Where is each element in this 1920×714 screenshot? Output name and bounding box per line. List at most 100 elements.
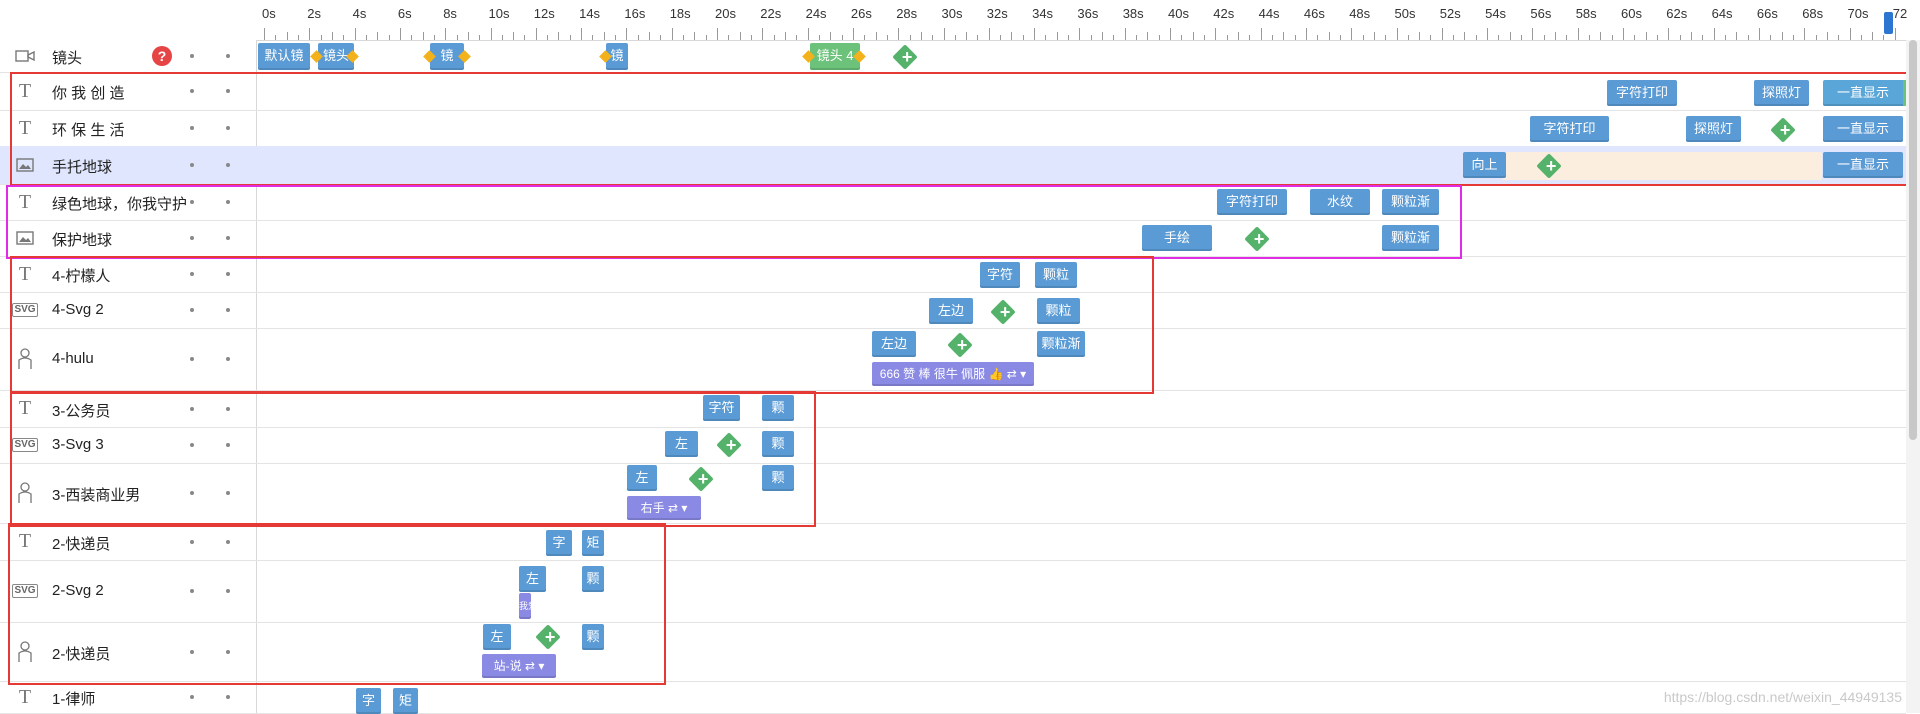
ruler-tick: [1215, 28, 1217, 40]
annotation-box-red: [8, 523, 666, 685]
track-toggle-dot[interactable]: [190, 54, 194, 58]
ruler-label: 8s: [443, 6, 457, 21]
ruler-subtick: [694, 32, 696, 40]
scrollbar-thumb[interactable]: [1909, 40, 1917, 440]
ruler-subtick: [331, 32, 333, 40]
ruler-label: 10s: [488, 6, 510, 21]
ruler-tick: [581, 28, 583, 40]
ruler-tick: [943, 28, 945, 40]
track-toggle-dot[interactable]: [226, 695, 230, 699]
ruler-subtick: [1283, 32, 1285, 40]
ruler-tick: [264, 28, 265, 40]
ruler-tick: [1351, 28, 1353, 40]
ruler-tick: [1668, 28, 1670, 40]
ruler-label: 42s: [1213, 6, 1235, 21]
ruler-tick: [535, 28, 537, 40]
track-name: 1-律师: [52, 691, 96, 708]
ruler-label: 6s: [397, 6, 412, 21]
ruler-subtick: [422, 32, 424, 40]
playhead-handle[interactable]: [1884, 12, 1893, 34]
text-icon: T: [18, 685, 32, 708]
camera-clip[interactable]: 默认镜: [258, 43, 310, 70]
ruler-subtick: [1781, 32, 1783, 40]
ruler-subtick: [1509, 32, 1511, 40]
ruler-label: 58s: [1575, 6, 1597, 21]
ruler-subtick: [1373, 32, 1375, 40]
ruler-subtick: [784, 32, 786, 40]
ruler-tick: [354, 28, 356, 40]
ruler-tick: [1713, 28, 1715, 40]
track-toggle-dot[interactable]: [226, 54, 230, 58]
ruler-label: 56s: [1530, 6, 1552, 21]
track-row[interactable]: T 1-律师: [0, 681, 1906, 714]
ruler-tick: [1396, 28, 1398, 40]
ruler-tick: [1305, 28, 1307, 40]
annotation-box-magenta: [6, 185, 1462, 259]
annotation-box-red: [10, 256, 1154, 394]
ruler-subtick: [603, 32, 605, 40]
ruler-tick: [1804, 28, 1806, 40]
ruler-tick: [1758, 28, 1760, 40]
effect-clip[interactable]: 矩: [393, 688, 418, 714]
vertical-scrollbar[interactable]: [1906, 40, 1920, 713]
ruler-subtick: [1419, 32, 1421, 40]
ruler-subtick: [1555, 32, 1557, 40]
ruler-subtick: [1464, 32, 1466, 40]
ruler-subtick: [1192, 32, 1194, 40]
ruler-tick: [1260, 28, 1262, 40]
ruler-tick: [1079, 28, 1081, 40]
ruler-label: 48s: [1349, 6, 1371, 21]
ruler-subtick: [875, 32, 877, 40]
ruler-tick: [1487, 28, 1489, 40]
ruler-tick: [399, 28, 401, 40]
ruler-label: 2s: [307, 6, 322, 21]
ruler-label: 34s: [1032, 6, 1054, 21]
ruler-label: 68s: [1802, 6, 1824, 21]
watermark: https://blog.csdn.net/weixin_44949135: [1663, 689, 1902, 705]
ruler-tick: [309, 28, 311, 40]
ruler-tick: [1532, 28, 1534, 40]
ruler-label: 62s: [1666, 6, 1688, 21]
ruler-label: 36s: [1077, 6, 1099, 21]
ruler-label: 66s: [1756, 6, 1778, 21]
ruler-label: 20s: [715, 6, 736, 21]
ruler-subtick: [377, 32, 379, 40]
ruler-tick: [1034, 28, 1036, 40]
ruler-label: 12s: [533, 6, 555, 21]
annotation-box-red: [10, 72, 1912, 186]
ruler-label: 40s: [1168, 6, 1189, 21]
effect-clip[interactable]: 字: [356, 688, 381, 714]
ruler-label: 64s: [1711, 6, 1733, 21]
ruler-label: 32s: [986, 6, 1008, 21]
ruler-tick: [852, 28, 854, 40]
camera-icon: [14, 46, 36, 66]
ruler-subtick: [1645, 32, 1647, 40]
time-ruler[interactable]: 0s 2s 4s 6s 8s 10s 12s 14s 16s 18s 20s 22s 24s 26s 28s…: [256, 0, 1907, 41]
ruler-label: 14s: [579, 6, 601, 21]
ruler-tick: [1894, 28, 1896, 40]
ruler-label: 28s: [896, 6, 918, 21]
ruler-tick: [717, 28, 718, 40]
ruler-label: 16s: [624, 6, 646, 21]
ruler-label: 70s: [1847, 6, 1869, 21]
ruler-tick: [490, 28, 492, 40]
ruler-subtick: [1872, 32, 1874, 40]
ruler-tick: [762, 28, 764, 40]
ruler-label: 24s: [805, 6, 827, 21]
ruler-label: 22s: [760, 6, 782, 21]
ruler-subtick: [286, 32, 288, 40]
ruler-tick: [1170, 28, 1171, 40]
ruler-tick: [1849, 28, 1851, 40]
help-icon[interactable]: ?: [152, 46, 172, 66]
ruler-label: 60s: [1621, 6, 1642, 21]
ruler-subtick: [1690, 32, 1692, 40]
ruler-subtick: [467, 32, 469, 40]
ruler-tick: [898, 28, 900, 40]
ruler-subtick: [649, 32, 651, 40]
track-toggle-dot[interactable]: [190, 695, 194, 699]
ruler-tick: [988, 28, 990, 40]
ruler-subtick: [1826, 32, 1828, 40]
ruler-tick: [1124, 28, 1126, 40]
ruler-label: 44s: [1258, 6, 1280, 21]
ruler-label: 30s: [941, 6, 963, 21]
